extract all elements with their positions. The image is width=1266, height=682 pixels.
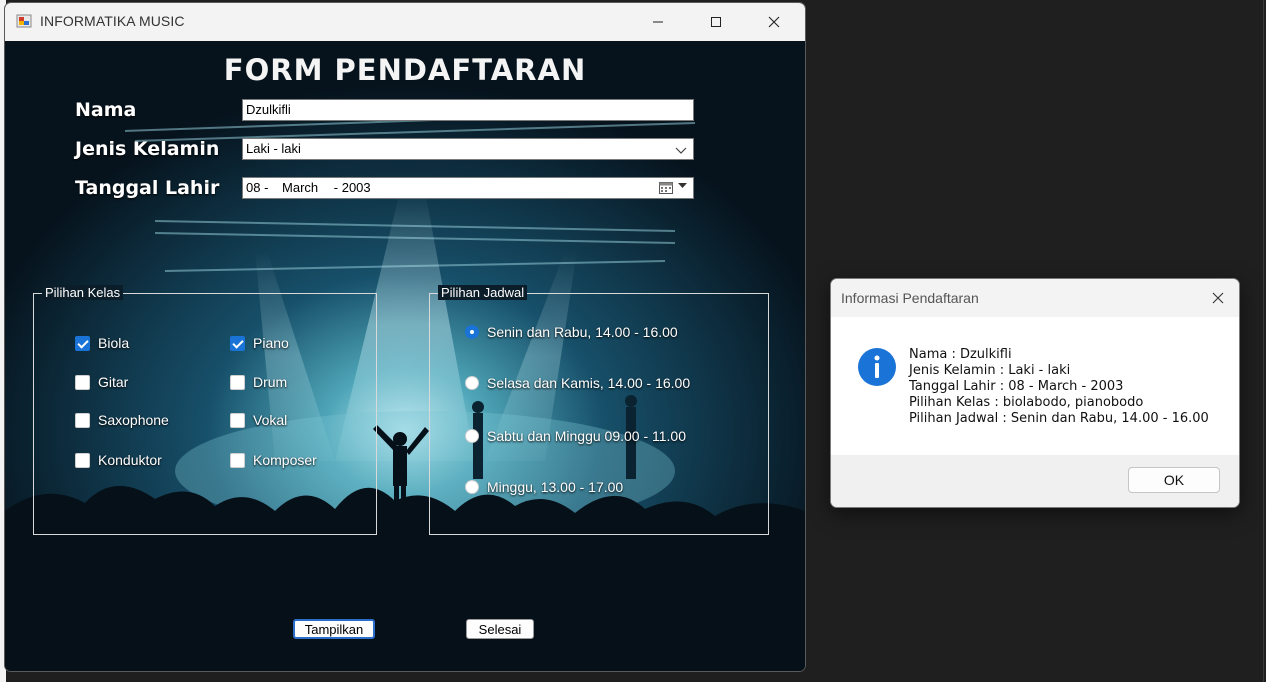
checkbox-label: Konduktor (98, 452, 162, 468)
checkbox-label: Saxophone (98, 412, 169, 428)
info-icon (858, 348, 896, 386)
radio-jadwal-selasa-kamis[interactable]: Selasa dan Kamis, 14.00 - 16.00 (465, 375, 690, 391)
checkbox-box[interactable] (75, 452, 90, 468)
tanggal-lahir-picker[interactable]: 08 - March - 2003 (242, 177, 694, 199)
checkbox-box[interactable] (230, 374, 245, 390)
checkbox-saxophone[interactable]: Saxophone (75, 412, 169, 428)
minimize-icon (653, 21, 663, 23)
radio-label: Selasa dan Kamis, 14.00 - 16.00 (487, 375, 691, 391)
nama-value: Dzulkifli (246, 102, 291, 117)
radio-jadwal-minggu[interactable]: Minggu, 13.00 - 17.00 (465, 479, 623, 495)
checkbox-box[interactable] (230, 412, 245, 428)
radio-button[interactable] (465, 480, 479, 494)
date-year[interactable]: - 2003 (334, 181, 371, 195)
informasi-dialog: Informasi Pendaftaran Nama : Dzulkifli J… (830, 278, 1240, 508)
jenis-kelamin-dropdown[interactable]: Laki - laki (242, 138, 694, 160)
pilihan-kelas-legend: Pilihan Kelas (42, 285, 124, 300)
checkbox-label: Vokal (253, 412, 288, 428)
close-button[interactable] (745, 3, 803, 41)
checkbox-gitar[interactable]: Gitar (75, 374, 128, 390)
checkbox-box[interactable] (75, 335, 90, 351)
radio-jadwal-senin-rabu[interactable]: Senin dan Rabu, 14.00 - 16.00 (465, 324, 678, 340)
checkbox-box[interactable] (75, 374, 90, 390)
main-window: INFORMATIKA MUSIC FORM PENDAFTARAN Nama … (4, 2, 806, 672)
checkbox-piano[interactable]: Piano (230, 335, 289, 351)
jenis-kelamin-value: Laki - laki (246, 141, 301, 156)
tanggal-lahir-label: Tanggal Lahir (75, 177, 220, 199)
checkbox-vokal[interactable]: Vokal (230, 412, 287, 428)
chevron-down-icon (675, 147, 687, 154)
radio-label: Senin dan Rabu, 14.00 - 16.00 (487, 324, 678, 340)
radio-label: Minggu, 13.00 - 17.00 (487, 479, 624, 495)
nama-field[interactable]: Dzulkifli (242, 99, 694, 121)
dialog-close-button[interactable] (1197, 279, 1239, 317)
checkbox-komposer[interactable]: Komposer (230, 452, 317, 468)
checkbox-biola[interactable]: Biola (75, 335, 129, 351)
desktop-divider (1263, 0, 1264, 682)
radio-button[interactable] (465, 376, 479, 390)
maximize-icon (711, 17, 721, 27)
calendar-icon[interactable] (659, 182, 673, 194)
form-title: FORM PENDAFTARAN (223, 53, 587, 87)
checkbox-label: Piano (253, 335, 289, 351)
title-bar[interactable]: INFORMATIKA MUSIC (5, 3, 805, 41)
close-icon (1212, 292, 1224, 304)
message-line: Pilihan Jadwal : Senin dan Rabu, 14.00 -… (909, 411, 1209, 426)
checkbox-box[interactable] (75, 412, 90, 428)
checkbox-box[interactable] (230, 452, 245, 468)
checkbox-konduktor[interactable]: Konduktor (75, 452, 162, 468)
checkbox-box[interactable] (230, 335, 245, 351)
dialog-message: Nama : Dzulkifli Jenis Kelamin : Laki - … (909, 347, 1209, 427)
checkbox-label: Drum (253, 374, 288, 390)
close-icon (768, 16, 780, 28)
selesai-button[interactable]: Selesai (466, 619, 534, 639)
dialog-title: Informasi Pendaftaran (841, 290, 979, 306)
radio-button[interactable] (465, 325, 479, 339)
radio-jadwal-sabtu-minggu[interactable]: Sabtu dan Minggu 09.00 - 11.00 (465, 428, 686, 444)
dropdown-arrow-icon[interactable] (678, 182, 687, 190)
window-title: INFORMATIKA MUSIC (40, 13, 185, 29)
jenis-kelamin-label: Jenis Kelamin (75, 138, 220, 160)
checkbox-label: Biola (98, 335, 130, 351)
nama-label: Nama (75, 99, 137, 121)
date-day[interactable]: 08 - (246, 181, 268, 195)
checkbox-label: Gitar (98, 374, 129, 390)
form-client-area: FORM PENDAFTARAN Nama Jenis Kelamin Tang… (5, 41, 805, 671)
message-line: Tanggal Lahir : 08 - March - 2003 (909, 379, 1124, 394)
message-line: Nama : Dzulkifli (909, 347, 1012, 362)
message-line: Pilihan Kelas : biolabodo, pianobodo (909, 395, 1144, 410)
tampilkan-button[interactable]: Tampilkan (293, 619, 375, 639)
dialog-title-bar[interactable]: Informasi Pendaftaran (831, 279, 1239, 317)
checkbox-drum[interactable]: Drum (230, 374, 287, 390)
dialog-footer: OK (831, 455, 1239, 507)
app-icon (16, 14, 32, 28)
date-month[interactable]: March (282, 181, 318, 195)
minimize-button[interactable] (629, 3, 687, 41)
checkbox-label: Komposer (253, 452, 317, 468)
ok-button[interactable]: OK (1128, 467, 1220, 493)
message-line: Jenis Kelamin : Laki - laki (909, 363, 1071, 378)
maximize-button[interactable] (687, 3, 745, 41)
pilihan-jadwal-legend: Pilihan Jadwal (438, 285, 528, 300)
radio-button[interactable] (465, 429, 479, 443)
radio-label: Sabtu dan Minggu 09.00 - 11.00 (487, 428, 687, 444)
